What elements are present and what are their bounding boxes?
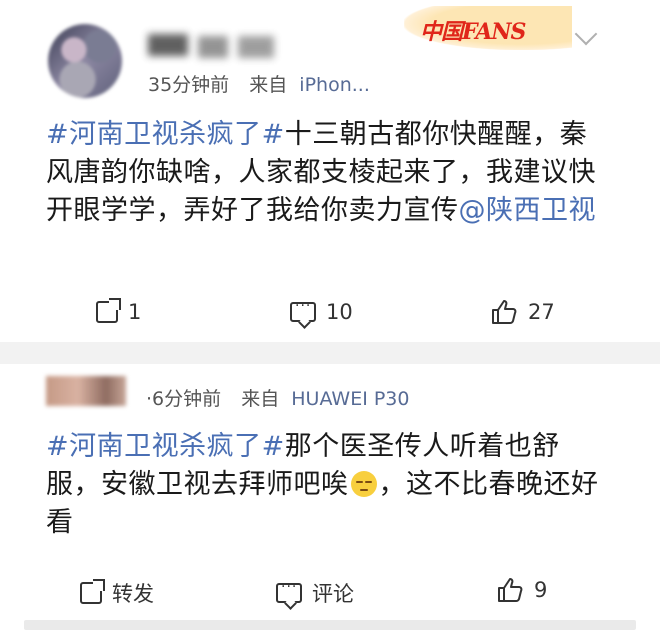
like-button[interactable]: 9: [496, 576, 547, 604]
post-body: #河南卫视杀疯了#那个医圣传人听着也舒服，安徽卫视去拜师吧唉 ，这不比春晚还好看: [46, 428, 606, 542]
post-time: 35分钟前: [148, 74, 230, 96]
china-fans-badge[interactable]: 中国FANS: [404, 6, 572, 50]
post-body: #河南卫视杀疯了#十三朝古都你快醒醒，秦风唐韵你缺啥，人家都支棱起来了，我建议快…: [46, 116, 606, 230]
like-count: 9: [534, 578, 548, 602]
avatar[interactable]: [46, 376, 126, 406]
comment-icon: [290, 298, 316, 322]
username-redacted[interactable]: [238, 36, 274, 58]
post-source: iPhon...: [299, 74, 370, 96]
sad-face-icon: [350, 471, 377, 497]
badge-label-fans: FANS: [462, 19, 526, 45]
comment-icon: [276, 579, 302, 603]
thumbs-up-icon: [498, 578, 523, 602]
weibo-post-1: 35分钟前 来自 iPhon... 中国FANS #河南卫视杀疯了#十三朝古都你…: [0, 0, 660, 342]
thumbs-up-icon: [492, 300, 517, 324]
repost-label: 转发: [112, 582, 154, 606]
share-icon: [80, 579, 105, 604]
scroll-edge: [24, 620, 636, 630]
post-meta: 35分钟前 来自 iPhon...: [148, 70, 370, 97]
chevron-down-icon[interactable]: [574, 22, 598, 46]
comment-button[interactable]: 10: [290, 298, 353, 324]
source-prefix: 来自: [241, 388, 280, 410]
username-redacted[interactable]: [148, 34, 188, 56]
username-redacted[interactable]: [198, 36, 228, 58]
repost-button[interactable]: 转发: [80, 578, 154, 608]
emoji-mouth: [359, 489, 368, 491]
badge-label: 中国FANS: [420, 14, 526, 46]
comment-label: 评论: [312, 582, 354, 606]
comment-button[interactable]: 评论: [276, 578, 354, 608]
repost-button[interactable]: 1: [96, 298, 142, 324]
post-time: ·6分钟前: [146, 388, 222, 410]
post-meta: ·6分钟前 来自 HUAWEI P30: [146, 384, 409, 411]
source-prefix: 来自: [249, 74, 288, 96]
mention-link[interactable]: @陕西卫视: [459, 195, 597, 226]
topic-link[interactable]: #河南卫视杀疯了#: [46, 119, 285, 150]
repost-count: 1: [128, 300, 142, 324]
share-icon: [96, 298, 121, 323]
like-button[interactable]: 27: [490, 298, 555, 326]
avatar[interactable]: [48, 24, 122, 98]
like-count: 27: [528, 300, 555, 324]
topic-link[interactable]: #河南卫视杀疯了#: [46, 431, 285, 462]
post-divider: [0, 342, 660, 364]
comment-count: 10: [326, 300, 353, 324]
badge-label-cn: 中国: [420, 20, 463, 45]
post-source: HUAWEI P30: [291, 388, 410, 410]
